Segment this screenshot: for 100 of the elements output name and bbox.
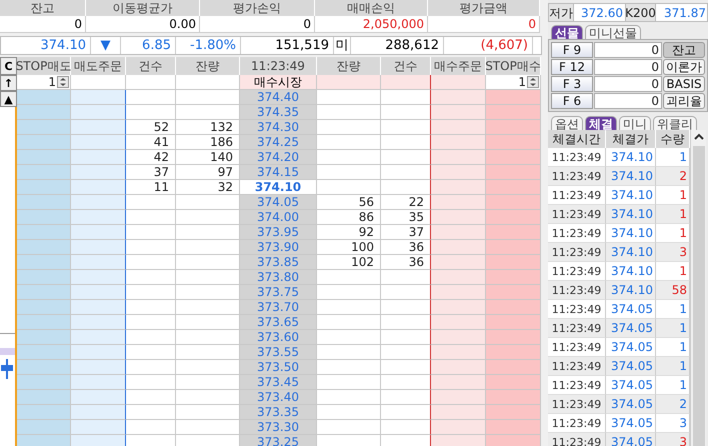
price-cell[interactable]: 373.25	[240, 435, 317, 446]
spinner-arrows-icon[interactable]	[57, 76, 69, 88]
order-cell[interactable]	[71, 330, 126, 345]
contract-button[interactable]: F 12	[551, 59, 593, 75]
order-cell[interactable]	[17, 225, 71, 240]
order-cell[interactable]	[17, 195, 71, 210]
order-cell[interactable]	[431, 435, 486, 446]
order-cell[interactable]	[486, 405, 541, 420]
order-cell[interactable]	[71, 105, 126, 120]
scroll-thumb[interactable]	[692, 146, 704, 446]
order-cell[interactable]	[431, 75, 486, 90]
order-cell[interactable]	[71, 285, 126, 300]
spinner-arrows-icon[interactable]	[527, 76, 539, 88]
order-cell[interactable]	[431, 225, 486, 240]
order-cell[interactable]	[17, 420, 71, 435]
order-cell[interactable]	[431, 210, 486, 225]
order-cell[interactable]	[431, 195, 486, 210]
order-cell[interactable]	[71, 300, 126, 315]
market-order-label[interactable]: 매수시장	[240, 75, 317, 90]
order-cell[interactable]	[71, 345, 126, 360]
price-cell[interactable]: 373.45	[240, 375, 317, 390]
tab[interactable]: 위클리	[653, 116, 697, 130]
price-cell[interactable]: 374.05	[240, 195, 317, 210]
order-cell[interactable]	[71, 315, 126, 330]
order-cell[interactable]	[431, 255, 486, 270]
order-cell[interactable]	[431, 90, 486, 105]
order-cell[interactable]	[486, 285, 541, 300]
order-cell[interactable]	[486, 210, 541, 225]
order-cell[interactable]	[71, 210, 126, 225]
scroll-top-button[interactable]: ▲	[0, 91, 17, 107]
price-cell[interactable]: 374.25	[240, 135, 317, 150]
contract-button[interactable]: F 9	[551, 42, 593, 58]
order-cell[interactable]	[486, 195, 541, 210]
order-cell[interactable]	[486, 255, 541, 270]
order-cell[interactable]	[17, 315, 71, 330]
order-cell[interactable]	[17, 150, 71, 165]
order-cell[interactable]	[71, 240, 126, 255]
contract-button[interactable]: F 3	[551, 76, 593, 92]
order-cell[interactable]	[71, 90, 126, 105]
order-cell[interactable]	[486, 240, 541, 255]
order-cell[interactable]	[71, 390, 126, 405]
order-cell[interactable]	[17, 330, 71, 345]
order-cell[interactable]	[17, 345, 71, 360]
order-cell[interactable]	[431, 390, 486, 405]
order-cell[interactable]	[486, 360, 541, 375]
toggle-button[interactable]: 괴리율	[663, 93, 705, 109]
price-cell[interactable]: 373.85	[240, 255, 317, 270]
price-cell[interactable]: 374.10	[240, 180, 317, 195]
order-cell[interactable]	[17, 435, 71, 446]
price-cell[interactable]: 373.80	[240, 270, 317, 285]
order-cell[interactable]	[486, 180, 541, 195]
price-cell[interactable]: 373.50	[240, 360, 317, 375]
order-cell[interactable]	[431, 345, 486, 360]
order-cell[interactable]	[17, 240, 71, 255]
order-cell[interactable]	[486, 120, 541, 135]
toggle-button[interactable]: 이론가	[663, 59, 705, 75]
order-cell[interactable]	[71, 435, 126, 446]
order-cell[interactable]	[17, 360, 71, 375]
price-cell[interactable]: 374.20	[240, 150, 317, 165]
order-cell[interactable]	[17, 270, 71, 285]
price-cell[interactable]: 373.35	[240, 405, 317, 420]
order-cell[interactable]	[486, 375, 541, 390]
order-cell[interactable]	[431, 270, 486, 285]
price-cell[interactable]: 373.95	[240, 225, 317, 240]
order-cell[interactable]	[17, 255, 71, 270]
order-cell[interactable]	[486, 330, 541, 345]
order-cell[interactable]	[17, 285, 71, 300]
price-cell[interactable]: 373.40	[240, 390, 317, 405]
price-cell[interactable]: 373.65	[240, 315, 317, 330]
tab[interactable]: 옵션	[551, 116, 583, 130]
order-cell[interactable]	[71, 75, 126, 90]
order-cell[interactable]	[17, 405, 71, 420]
order-cell[interactable]	[71, 135, 126, 150]
order-cell[interactable]	[17, 120, 71, 135]
order-cell[interactable]	[71, 255, 126, 270]
order-cell[interactable]	[486, 315, 541, 330]
order-cell[interactable]	[71, 420, 126, 435]
order-cell[interactable]	[431, 105, 486, 120]
order-cell[interactable]	[71, 165, 126, 180]
order-cell[interactable]	[17, 180, 71, 195]
order-cell[interactable]	[71, 270, 126, 285]
order-cell[interactable]	[17, 90, 71, 105]
order-cell[interactable]	[431, 420, 486, 435]
order-cell[interactable]	[486, 345, 541, 360]
contract-button[interactable]: F 6	[551, 93, 593, 109]
order-cell[interactable]	[431, 300, 486, 315]
order-cell[interactable]	[486, 435, 541, 446]
price-cell[interactable]: 373.30	[240, 420, 317, 435]
order-cell[interactable]	[486, 105, 541, 120]
clear-button[interactable]: C	[0, 57, 17, 75]
quantity-spinner[interactable]: 1	[486, 75, 541, 90]
up-button[interactable]: ↑	[0, 75, 17, 91]
order-cell[interactable]	[431, 165, 486, 180]
order-cell[interactable]	[486, 390, 541, 405]
order-cell[interactable]	[486, 270, 541, 285]
order-cell[interactable]	[71, 120, 126, 135]
scrollbar[interactable]	[690, 130, 706, 446]
price-cell[interactable]: 373.90	[240, 240, 317, 255]
order-cell[interactable]	[431, 375, 486, 390]
order-cell[interactable]	[17, 390, 71, 405]
